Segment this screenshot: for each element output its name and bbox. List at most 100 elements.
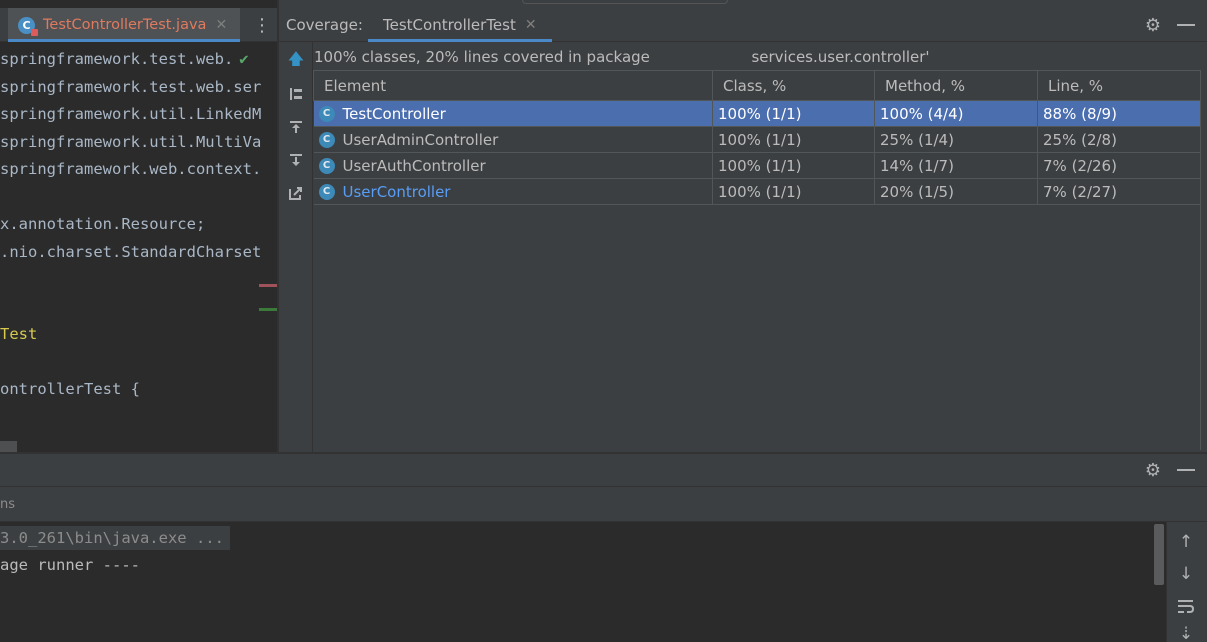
- run-toolbar: ↑ ↓ ⇣: [1166, 522, 1207, 642]
- code-text: springframework.test.web.ser: [0, 77, 262, 96]
- element-cell[interactable]: C UserAdminController: [313, 126, 713, 153]
- code-line: ontrollerTest {: [0, 376, 277, 404]
- coverage-table: Element Class, % Method, % Line, % C Test…: [313, 70, 1201, 205]
- generate-report-icon[interactable]: [286, 183, 306, 203]
- minimize-icon[interactable]: [1177, 24, 1195, 26]
- run-header: ⚙: [0, 454, 1207, 486]
- class-coverage-cell: 100% (1/1): [712, 178, 875, 205]
- arrow-up-icon[interactable]: ↑: [1175, 531, 1197, 553]
- element-cell[interactable]: C UserAuthController: [313, 152, 713, 179]
- gear-icon[interactable]: ⚙: [1143, 15, 1163, 36]
- element-cell[interactable]: C UserController: [313, 178, 713, 205]
- code-text: .nio.charset.StandardCharset: [0, 242, 262, 261]
- diff-added-marker: [259, 308, 277, 311]
- code-line: x.annotation.Resource;: [0, 211, 277, 239]
- coverage-toolbar: 🡅: [279, 42, 313, 452]
- diff-removed-marker: [259, 284, 277, 287]
- line-coverage-cell: 25% (2/8): [1037, 126, 1201, 153]
- close-icon[interactable]: ✕: [525, 17, 537, 33]
- code-text: springframework.test.web.: [0, 50, 234, 68]
- method-coverage-cell: 20% (1/5): [874, 178, 1038, 205]
- scroll-to-end-icon[interactable]: ⇣: [1175, 623, 1197, 642]
- code-line: .nio.charset.StandardCharset: [0, 239, 277, 267]
- code-text: Test: [0, 325, 38, 343]
- table-row[interactable]: C UserAuthController 100% (1/1) 14% (1/7) 7%…: [313, 152, 1201, 179]
- code-text: springframework.util.LinkedM: [0, 105, 262, 123]
- table-empty-area: [313, 206, 1200, 450]
- title-pill: [522, 0, 728, 4]
- element-name: UserAdminController: [342, 130, 499, 149]
- column-header-method[interactable]: Method, %: [874, 70, 1038, 101]
- editor-tab-label: TestControllerTest.java: [43, 17, 207, 33]
- minimize-icon[interactable]: [1177, 469, 1195, 471]
- coverage-header: Coverage: TestControllerTest ✕ ⚙: [279, 8, 1207, 42]
- method-coverage-cell: 25% (1/4): [874, 126, 1038, 153]
- editor-tab[interactable]: C TestControllerTest.java ✕: [8, 8, 240, 42]
- console-scrollbar[interactable]: [1154, 524, 1164, 585]
- column-header-element[interactable]: Element: [313, 70, 713, 101]
- navigate-up-icon[interactable]: 🡅: [286, 49, 306, 71]
- console-line[interactable]: 3.0_261\bin\java.exe ...: [0, 526, 230, 550]
- editor-scrollbar[interactable]: [0, 441, 17, 452]
- code-area[interactable]: springframework.test.web. ✔ springframewor…: [0, 46, 277, 404]
- code-line: springframework.web.context.: [0, 156, 277, 184]
- method-coverage-cell: 100% (4/4): [874, 100, 1038, 127]
- element-cell[interactable]: C TestController: [313, 100, 713, 127]
- gear-icon[interactable]: ⚙: [1143, 460, 1163, 481]
- coverage-summary: 100% classes, 20% lines covered in packa…: [314, 46, 930, 68]
- table-row[interactable]: C TestController 100% (1/1) 100% (4/4) 88% (…: [313, 100, 1201, 127]
- import-down-icon[interactable]: [286, 150, 306, 170]
- element-name: UserAuthController: [342, 156, 486, 175]
- redacted-area: [654, 49, 747, 66]
- coverage-tab-label: TestControllerTest: [383, 16, 516, 34]
- coverage-title: Coverage:: [286, 16, 363, 34]
- table-row[interactable]: C UserController 100% (1/1) 20% (1/5) 7% (2/…: [313, 178, 1201, 205]
- summary-suffix: services.user.controller': [751, 48, 930, 66]
- class-icon: C: [318, 132, 335, 148]
- line-coverage-cell: 88% (8/9): [1037, 100, 1201, 127]
- run-tab-label[interactable]: ns: [0, 487, 15, 523]
- column-header-line[interactable]: Line, %: [1037, 70, 1201, 101]
- line-coverage-cell: 7% (2/27): [1037, 178, 1201, 205]
- console-output[interactable]: 3.0_261\bin\java.exe ... age runner ----: [0, 522, 1166, 642]
- code-line: springframework.util.MultiVa: [0, 129, 277, 157]
- class-icon: C: [318, 184, 335, 200]
- class-coverage-cell: 100% (1/1): [712, 100, 875, 127]
- class-coverage-cell: 100% (1/1): [712, 126, 875, 153]
- summary-prefix: 100% classes, 20% lines covered in packa…: [314, 48, 650, 66]
- column-header-class[interactable]: Class, %: [712, 70, 875, 101]
- method-coverage-cell: 14% (1/7): [874, 152, 1038, 179]
- coverage-tab[interactable]: TestControllerTest ✕: [368, 8, 552, 42]
- table-header-row: Element Class, % Method, % Line, %: [313, 70, 1201, 101]
- code-line: springframework.test.web. ✔: [0, 46, 277, 74]
- flatten-packages-icon[interactable]: [286, 84, 306, 104]
- coverage-tool-window: Coverage: TestControllerTest ✕ ⚙ 🡅 100% …: [279, 8, 1207, 452]
- java-class-icon: C: [18, 16, 38, 36]
- element-name: UserController: [342, 182, 451, 201]
- code-text: ontrollerTest {: [0, 380, 140, 398]
- class-icon: C: [318, 158, 335, 174]
- code-text: x.annotation.Resource;: [0, 215, 206, 233]
- class-coverage-cell: 100% (1/1): [712, 152, 875, 179]
- code-line: springframework.util.LinkedM: [0, 101, 277, 129]
- class-icon: C: [318, 106, 335, 122]
- more-options-icon[interactable]: ⋮: [253, 8, 271, 42]
- close-icon[interactable]: ✕: [215, 17, 227, 33]
- line-coverage-cell: 7% (2/26): [1037, 152, 1201, 179]
- arrow-down-icon[interactable]: ↓: [1175, 563, 1197, 585]
- console-line: age runner ----: [0, 556, 140, 574]
- table-row[interactable]: C UserAdminController 100% (1/1) 25% (1/4) 2…: [313, 126, 1201, 153]
- editor-tabbar: C TestControllerTest.java ✕ ⋮: [0, 8, 277, 42]
- element-name: TestController: [342, 104, 446, 123]
- code-line: springframework.test.web.ser: [0, 74, 277, 102]
- export-up-icon[interactable]: [286, 117, 306, 137]
- code-text: springframework.web.context.: [0, 160, 262, 178]
- soft-wrap-icon[interactable]: [1175, 595, 1197, 617]
- editor-panel: C TestControllerTest.java ✕ ⋮ springfram…: [0, 0, 277, 452]
- table-border: [1200, 70, 1201, 450]
- run-subheader: ns: [0, 486, 1207, 522]
